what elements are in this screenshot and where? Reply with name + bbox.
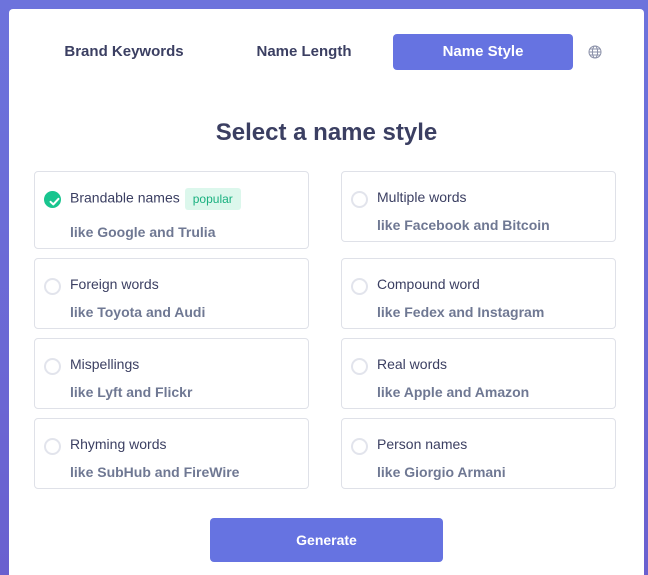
radio-icon: [351, 438, 368, 455]
option-brandable-names[interactable]: Brandable names popular like Google and T…: [34, 171, 309, 249]
option-title: Real words: [377, 356, 448, 372]
option-subtitle: like Apple and Amazon: [377, 384, 530, 400]
radio-icon: [44, 278, 61, 295]
radio-icon: [44, 438, 61, 455]
option-rhyming-words[interactable]: Rhyming words like SubHub and FireWire: [34, 418, 309, 489]
tab-name-style[interactable]: Name Style: [393, 34, 573, 70]
option-subtitle: like Facebook and Bitcoin: [377, 217, 550, 233]
step-tabs: Brand Keywords Name Length Name Style: [9, 9, 644, 89]
radio-icon: [44, 358, 61, 375]
name-generator-card: Brand Keywords Name Length Name Style Se…: [9, 9, 644, 575]
option-subtitle: like SubHub and FireWire: [70, 464, 240, 480]
option-subtitle: like Toyota and Audi: [70, 304, 206, 320]
radio-icon: [351, 278, 368, 295]
option-foreign-words[interactable]: Foreign words like Toyota and Audi: [34, 258, 309, 329]
option-subtitle: like Google and Trulia: [70, 224, 216, 240]
radio-icon: [351, 358, 368, 375]
option-title: Person names: [377, 436, 468, 452]
checked-radio-icon: [44, 191, 61, 208]
radio-icon: [351, 191, 368, 208]
option-title: Mispellings: [70, 356, 140, 372]
option-title: Compound word: [377, 276, 480, 292]
option-subtitle: like Giorgio Armani: [377, 464, 506, 480]
option-person-names[interactable]: Person names like Giorgio Armani: [341, 418, 616, 489]
option-compound-word[interactable]: Compound word like Fedex and Instagram: [341, 258, 616, 329]
popular-badge: popular: [184, 188, 241, 210]
option-subtitle: like Fedex and Instagram: [377, 304, 545, 320]
option-title: Rhyming words: [70, 436, 167, 452]
option-real-words[interactable]: Real words like Apple and Amazon: [341, 338, 616, 409]
tab-name-length[interactable]: Name Length: [219, 34, 389, 70]
generate-button[interactable]: Generate: [210, 518, 443, 562]
option-title: Brandable names popular: [70, 188, 241, 210]
option-title: Foreign words: [70, 276, 159, 292]
page-title: Select a name style: [215, 119, 438, 146]
option-mispellings[interactable]: Mispellings like Lyft and Flickr: [34, 338, 309, 409]
option-multiple-words[interactable]: Multiple words like Facebook and Bitcoin: [341, 171, 616, 242]
option-title: Multiple words: [377, 189, 467, 205]
globe-icon[interactable]: [588, 45, 602, 59]
tab-brand-keywords[interactable]: Brand Keywords: [39, 34, 209, 70]
option-subtitle: like Lyft and Flickr: [70, 384, 193, 400]
